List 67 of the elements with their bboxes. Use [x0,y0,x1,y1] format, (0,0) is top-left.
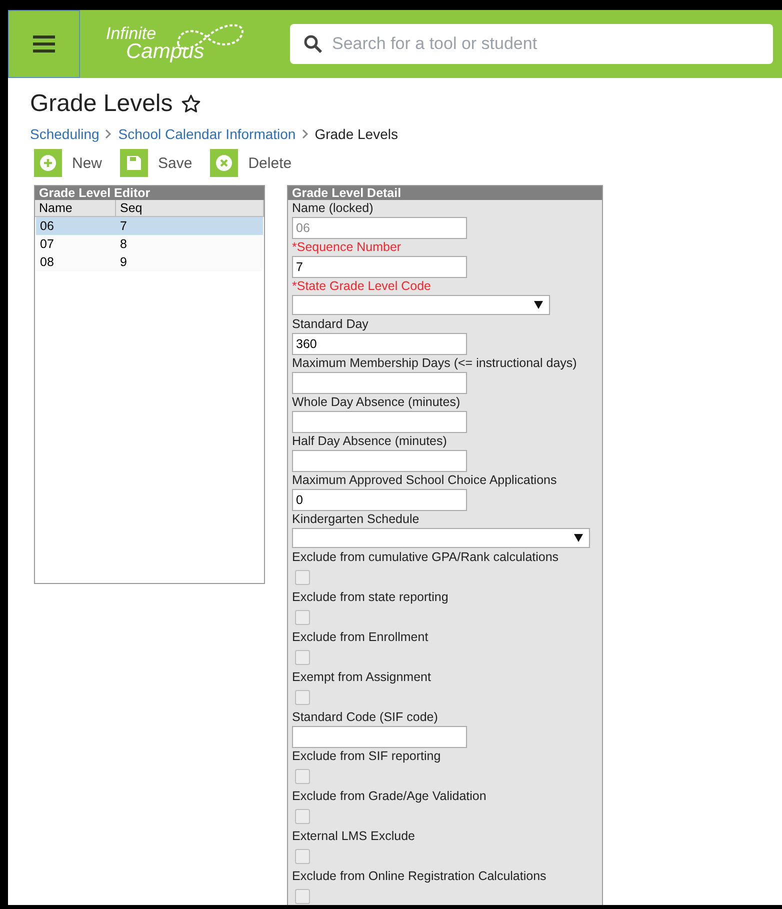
delete-button[interactable]: Delete [210,149,292,177]
input-field[interactable]: 7 [292,256,467,278]
dropdown-arrow-icon [534,301,543,309]
checkbox[interactable] [295,690,310,705]
input-field[interactable]: 0 [292,489,467,511]
input-field[interactable]: 360 [292,333,467,355]
new-button[interactable]: New [34,149,102,177]
field-label: *Sequence Number [292,239,402,256]
panel-title: Grade Level Editor [35,186,264,200]
field-label: Standard Day [292,316,370,333]
breadcrumb-current: Grade Levels [314,126,398,142]
field-label: Name (locked) [292,200,374,217]
table-row[interactable]: 07 8 [36,235,263,253]
field-label: Whole Day Absence (minutes) [292,394,462,411]
menu-button[interactable] [8,10,80,78]
checkbox[interactable] [295,610,310,625]
field-label: Exclude from cumulative GPA/Rank calculations [292,549,560,566]
logo: Infinite Campus [106,20,246,68]
checkbox[interactable] [295,650,310,665]
table-cell-text: 9 [119,254,128,271]
table-cell-text: 7 [119,218,128,235]
field-label: Exclude from Enrollment [292,629,430,646]
field-label: External LMS Exclude [292,828,416,845]
checkbox[interactable] [295,849,310,864]
column-header[interactable]: Name [35,200,116,216]
field-label: Exclude from Online Registration Calculations [292,868,548,885]
dropdown-field[interactable] [292,295,550,315]
save-button[interactable]: Save [120,149,192,177]
field-label: Maximum Approved School Choice Applications [292,472,558,489]
field-label: Standard Code (SIF code) [292,709,439,726]
plus-icon [40,155,56,171]
field-label: Half Day Absence (minutes) [292,433,448,450]
chevron-icon [302,129,309,139]
field-label: *State Grade Level Code [292,278,432,295]
field-label: Exclude from SIF reporting [292,748,442,765]
panel-title: Grade Level Detail [288,186,602,200]
table-row[interactable]: 06 7 [36,217,263,235]
table-cell-text: 07 [39,236,55,253]
close-icon [216,155,232,171]
menu-icon [33,35,55,53]
column-header[interactable]: Seq [116,200,264,216]
breadcrumb-link[interactable]: Scheduling [30,126,100,142]
table-row[interactable]: 08 9 [36,253,263,271]
search-icon [304,35,322,53]
field-label: Exclude from Grade/Age Validation [292,788,488,805]
dropdown-field[interactable] [292,528,590,548]
input-field[interactable] [292,372,467,394]
dropdown-arrow-icon [574,534,583,542]
input-field[interactable] [292,450,467,472]
checkbox[interactable] [295,570,310,585]
table-cell-text: 08 [39,254,55,271]
breadcrumb-link[interactable]: School Calendar Information [118,126,296,142]
checkbox[interactable] [295,889,310,904]
table-cell-text: 06 [39,218,55,235]
field-label: Exempt from Assignment [292,669,432,686]
input-field[interactable] [292,726,467,748]
field-label: Exclude from state reporting [292,589,450,606]
input-field[interactable] [292,411,467,433]
table-cell-text: 8 [119,236,128,253]
checkbox[interactable] [295,809,310,824]
field-label: Kindergarten Schedule [292,511,420,528]
search-field[interactable]: Search for a tool or student [290,24,773,64]
field-label: Maximum Membership Days (<= instructional days) [292,355,578,372]
chevron-icon [105,129,112,139]
checkbox[interactable] [295,769,310,784]
page-title: Grade Levels [30,90,173,118]
star-icon[interactable] [180,94,201,114]
